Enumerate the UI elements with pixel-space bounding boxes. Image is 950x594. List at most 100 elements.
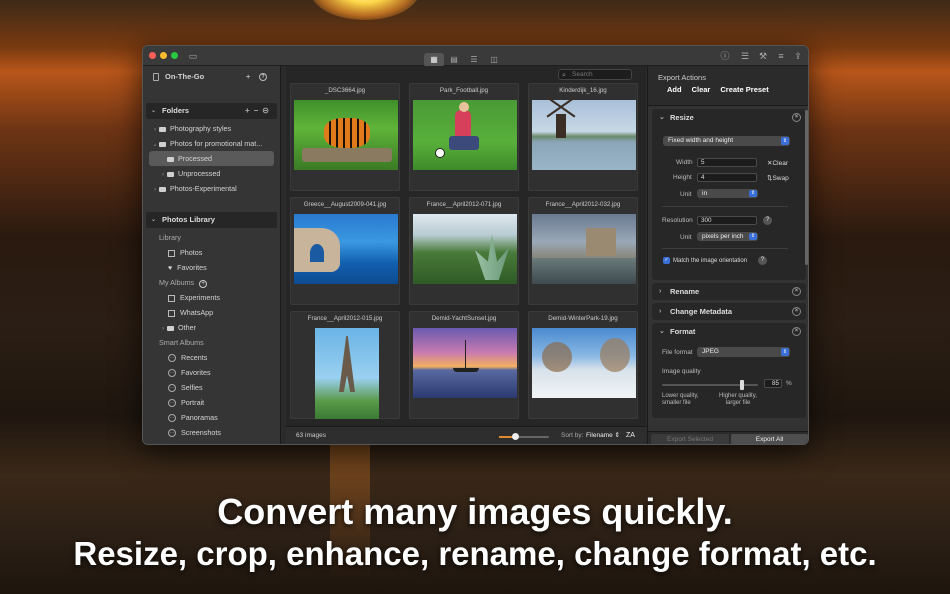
panel-scrollbar[interactable]: [805, 110, 808, 265]
photos-library-section-header[interactable]: ⌄ Photos Library: [146, 212, 277, 228]
quality-slider[interactable]: [662, 380, 758, 390]
detail-view-icon[interactable]: ▤: [444, 53, 464, 67]
windmill-thumbnail: [532, 96, 636, 170]
list-view-icon[interactable]: ☰: [464, 53, 484, 67]
add-button[interactable]: Add: [667, 85, 682, 94]
swap-label: Swap: [772, 175, 789, 182]
resolution-field[interactable]: 300: [697, 216, 757, 225]
image-cell[interactable]: Greece__August2009-041.jpg: [290, 197, 400, 305]
share-icon[interactable]: ⇪: [792, 50, 804, 62]
image-cell[interactable]: France__April2012-071.jpg: [409, 197, 519, 305]
image-cell[interactable]: Demid-WinterPark-19.jpg: [528, 311, 638, 419]
chevron-updown-icon: ⇕: [749, 190, 757, 197]
sidebar-toggle-icon[interactable]: ▭: [187, 50, 199, 62]
folder-label: Photos-Experimental: [170, 184, 237, 193]
match-orientation-checkbox[interactable]: ✓: [663, 257, 670, 264]
metadata-pane: › Change Metadata ×: [652, 303, 806, 320]
create-preset-button[interactable]: Create Preset: [720, 85, 768, 94]
info-icon[interactable]: ⓘ: [719, 50, 731, 62]
export-header: Export Actions Add Clear Create Preset: [648, 66, 808, 106]
zoom-window-button[interactable]: [171, 52, 178, 59]
height-field[interactable]: 4: [697, 173, 757, 182]
sort-order-toggle[interactable]: ZA: [626, 427, 635, 444]
export-selected-button[interactable]: Export Selected: [651, 434, 729, 444]
smart-album-item[interactable]: ⋯ Portrait: [143, 395, 280, 410]
remove-action-icon[interactable]: ×: [792, 307, 801, 316]
chevron-right-icon: ›: [659, 288, 662, 295]
filter-icon[interactable]: ☰: [739, 50, 751, 62]
folder-controls[interactable]: +−⊝: [245, 103, 273, 119]
clear-dimensions-button[interactable]: ✕Clear: [767, 159, 788, 167]
format-header[interactable]: ⌄ Format ×: [652, 323, 806, 340]
image-cell[interactable]: Demid-YachtSunset.jpg: [409, 311, 519, 419]
tiger-thumbnail: [294, 100, 398, 170]
rename-title: Rename: [670, 287, 700, 296]
image-filename: France__April2012-071.jpg: [426, 201, 502, 208]
match-help-icon[interactable]: ?: [758, 256, 767, 265]
metadata-header[interactable]: › Change Metadata ×: [652, 303, 806, 320]
list-icon[interactable]: ≡: [775, 50, 787, 62]
clear-button[interactable]: Clear: [692, 85, 711, 94]
image-cell[interactable]: Park_Football.jpg: [409, 83, 519, 191]
quality-field[interactable]: 85: [764, 379, 782, 388]
slider-knob[interactable]: [740, 380, 745, 390]
help-icon[interactable]: ?: [259, 73, 267, 81]
slider-knob[interactable]: [512, 433, 519, 440]
image-cell[interactable]: France__April2012-032.jpg: [528, 197, 638, 305]
smart-album-label: Panoramas: [181, 413, 218, 422]
file-format-select[interactable]: JPEG ⇕: [697, 347, 790, 357]
grid-view-icon[interactable]: ▦: [424, 53, 444, 67]
smart-album-item[interactable]: ⋯ Recents: [143, 350, 280, 365]
resize-header[interactable]: ⌄ Resize ×: [652, 109, 806, 126]
folder-item[interactable]: ⌄ Photos for promotional mat...: [143, 136, 280, 151]
folders-section-header[interactable]: ⌄ Folders +−⊝: [146, 103, 277, 119]
album-label: Other: [178, 323, 196, 332]
unit-select[interactable]: in ⇕: [697, 189, 758, 198]
folder-label: Photography styles: [170, 124, 232, 133]
image-cell[interactable]: France__April2012-015.jpg: [290, 311, 400, 419]
minimize-window-button[interactable]: [160, 52, 167, 59]
album-item[interactable]: WhatsApp: [143, 305, 280, 320]
smart-album-item[interactable]: ⋯ Favorites: [143, 365, 280, 380]
view-mode-control[interactable]: ▦ ▤ ☰ ◫: [424, 49, 506, 67]
remove-action-icon[interactable]: ×: [792, 113, 801, 122]
wrench-icon[interactable]: ⚒: [757, 50, 769, 62]
folder-label: Unprocessed: [178, 169, 221, 178]
folder-item[interactable]: › Unprocessed: [143, 166, 280, 181]
winter-park-thumbnail: [532, 328, 636, 398]
sun: [310, 0, 420, 20]
folder-item[interactable]: › Photos-Experimental: [143, 181, 280, 196]
resolution-help-icon[interactable]: ?: [763, 216, 772, 225]
width-field[interactable]: 5: [697, 158, 757, 167]
agave-thumbnail: [413, 214, 517, 284]
thumbnail-size-slider[interactable]: [499, 433, 549, 440]
library-item-photos[interactable]: Photos: [143, 245, 280, 260]
search-input[interactable]: ⌕ Search: [558, 69, 632, 80]
add-album-icon[interactable]: +: [199, 280, 208, 288]
folder-item-selected[interactable]: Processed: [149, 151, 274, 166]
rename-header[interactable]: › Rename ×: [652, 283, 806, 300]
add-icon[interactable]: +: [246, 66, 250, 88]
remove-action-icon[interactable]: ×: [792, 327, 801, 336]
folder-label: Processed: [178, 154, 212, 163]
album-item[interactable]: Experiments: [143, 290, 280, 305]
resize-mode-select[interactable]: Fixed width and height ⇕: [663, 136, 790, 146]
remove-action-icon[interactable]: ×: [792, 287, 801, 296]
sort-value: Filename: [586, 432, 613, 439]
smart-album-item[interactable]: ⋯ Screenshots: [143, 425, 280, 440]
image-cell[interactable]: _DSC3664.jpg: [290, 83, 400, 191]
sort-label: Sort by:: [561, 432, 584, 439]
export-all-button[interactable]: Export All: [731, 434, 808, 444]
image-cell[interactable]: Kinderdijk_16.jpg: [528, 83, 638, 191]
sort-dropdown[interactable]: Filename ⇕: [586, 427, 620, 444]
compare-view-icon[interactable]: ◫: [484, 53, 504, 67]
smart-album-item[interactable]: ⋯ Selfies: [143, 380, 280, 395]
swap-button[interactable]: ⇅Swap: [767, 174, 789, 182]
close-window-button[interactable]: [149, 52, 156, 59]
folder-item[interactable]: › Photography styles: [143, 121, 280, 136]
resize-pane: ⌄ Resize × Fixed width and height ⇕ Width 5…: [652, 109, 806, 280]
resolution-unit-select[interactable]: pixels per inch ⇕: [697, 232, 758, 241]
album-item[interactable]: › Other: [143, 320, 280, 335]
library-item-favorites[interactable]: ♥ Favorites: [143, 260, 280, 275]
smart-album-item[interactable]: ⋯ Panoramas: [143, 410, 280, 425]
